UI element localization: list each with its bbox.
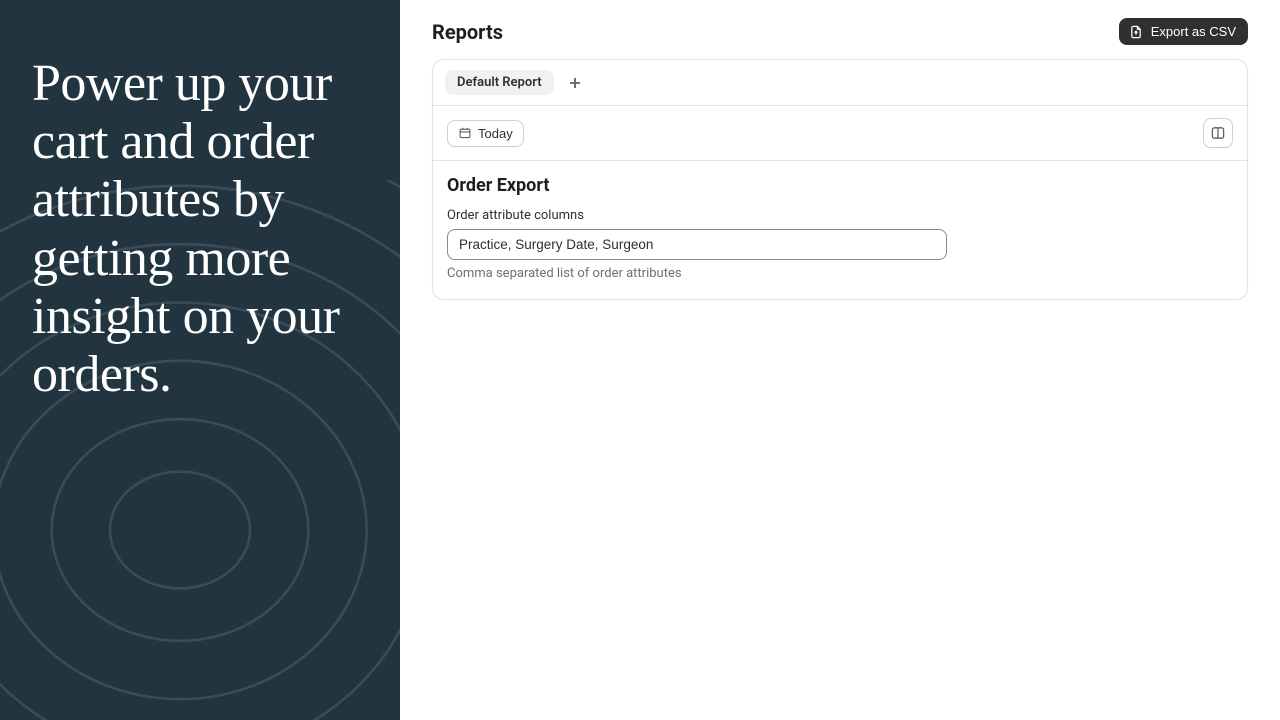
order-export-section: Order Export Order attribute columns Com… <box>433 161 1247 299</box>
order-attribute-input[interactable] <box>447 229 947 260</box>
promo-headline: Power up your cart and order attributes … <box>0 0 400 404</box>
plus-icon <box>569 77 581 89</box>
date-range-label: Today <box>478 126 513 141</box>
columns-icon <box>1210 125 1226 141</box>
file-export-icon <box>1129 25 1143 39</box>
tab-default-report[interactable]: Default Report <box>445 70 554 95</box>
page-title: Reports <box>432 20 503 44</box>
columns-toggle-button[interactable] <box>1203 118 1233 148</box>
calendar-icon <box>458 126 472 140</box>
add-tab-button[interactable] <box>564 72 586 94</box>
export-csv-label: Export as CSV <box>1151 24 1236 39</box>
main-header: Reports Export as CSV <box>432 18 1248 45</box>
date-range-button[interactable]: Today <box>447 120 524 147</box>
tabs-row: Default Report <box>433 60 1247 106</box>
order-attribute-helper: Comma separated list of order attributes <box>447 266 1233 281</box>
export-csv-button[interactable]: Export as CSV <box>1119 18 1248 45</box>
controls-row: Today <box>433 106 1247 161</box>
report-card: Default Report Today <box>432 59 1248 300</box>
order-attribute-label: Order attribute columns <box>447 208 1233 223</box>
promo-sidebar: Power up your cart and order attributes … <box>0 0 400 720</box>
main-content: Reports Export as CSV Default Report <box>400 0 1280 720</box>
section-title: Order Export <box>447 175 1233 196</box>
